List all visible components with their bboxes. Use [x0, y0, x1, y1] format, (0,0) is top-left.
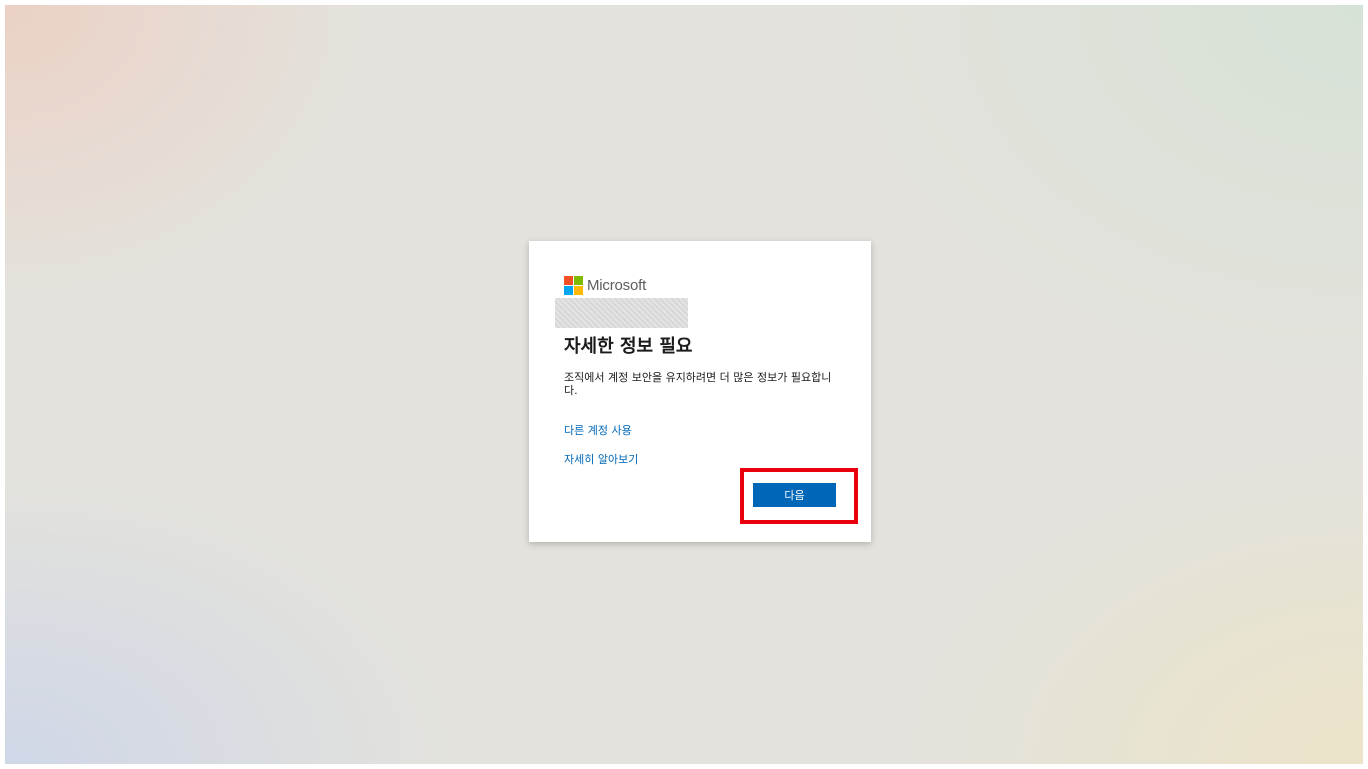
use-another-account-link[interactable]: 다른 계정 사용: [564, 422, 632, 438]
microsoft-brand: Microsoft: [564, 275, 647, 295]
next-button[interactable]: 다음: [753, 483, 836, 507]
learn-more-link[interactable]: 자세히 알아보기: [564, 451, 638, 467]
page-title: 자세한 정보 필요: [564, 336, 693, 357]
brand-name: Microsoft: [587, 276, 647, 294]
description-text: 조직에서 계정 보안을 유지하려면 더 많은 정보가 필요합니다.: [564, 371, 832, 397]
account-identity-redacted: [555, 298, 688, 328]
sign-in-card: Microsoft 자세한 정보 필요 조직에서 계정 보안을 유지하려면 더 …: [529, 241, 871, 542]
microsoft-logo-icon: [564, 275, 583, 295]
